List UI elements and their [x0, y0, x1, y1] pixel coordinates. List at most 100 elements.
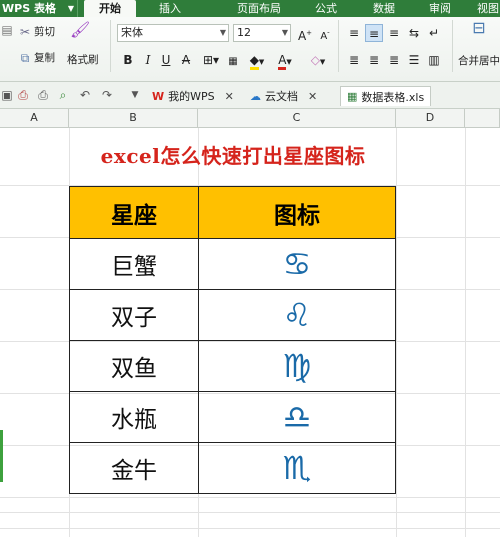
zodiac-name-cell[interactable]: 巨蟹: [69, 238, 199, 290]
merge-center-label: 合并居中: [458, 55, 500, 67]
app-menu-button[interactable]: WPS 表格 ▼: [0, 0, 78, 17]
save-icon[interactable]: ▣: [0, 88, 14, 102]
distribute-button[interactable]: ▥: [425, 51, 443, 69]
format-painter-button[interactable]: 🖌: [70, 20, 91, 39]
copy-label: 复制: [34, 52, 55, 64]
doc-tab-spreadsheet[interactable]: ▦ 数据表格.xls: [340, 86, 432, 106]
libra-icon[interactable]: ♎: [198, 391, 396, 443]
column-header-B[interactable]: B: [69, 109, 198, 128]
scorpio-icon[interactable]: ♏: [198, 442, 396, 494]
table-row: 水瓶 ♎: [69, 391, 396, 443]
merge-center-icon-wrap[interactable]: ⊟: [468, 18, 490, 37]
app-name: WPS 表格: [2, 2, 56, 15]
column-header-E[interactable]: [465, 109, 500, 128]
wrap-button[interactable]: ↵: [425, 24, 443, 42]
tab-data[interactable]: 数据: [366, 0, 402, 17]
align-middle-icon: ≡: [368, 27, 380, 41]
italic-button[interactable]: I: [139, 51, 157, 69]
zodiac-name-cell[interactable]: 双子: [69, 289, 199, 341]
font-shrink-icon: A-: [320, 29, 330, 43]
table-header-row: 星座 图标: [69, 186, 396, 239]
doc-tab-my-wps[interactable]: W 我的WPS ✕: [152, 86, 234, 106]
bold-button[interactable]: B: [119, 51, 137, 69]
align-top-button[interactable]: ≡: [345, 24, 363, 42]
tab-review[interactable]: 审阅: [422, 0, 458, 17]
zodiac-name-cell[interactable]: 金牛: [69, 442, 199, 494]
header-name[interactable]: 星座: [69, 186, 199, 239]
align-right-button[interactable]: ≣: [385, 51, 403, 69]
chevron-down-icon: ▼: [258, 58, 265, 66]
underline-button[interactable]: U: [157, 51, 175, 69]
paste-icon: ▤: [1, 23, 13, 37]
align-center-button[interactable]: ≣: [365, 51, 383, 69]
pdf-icon[interactable]: ⎙: [16, 88, 30, 102]
table-row: 金牛 ♏: [69, 442, 396, 494]
zodiac-table: 星座 图标 巨蟹 ♋ 双子 ♌ 双鱼 ♍ 水瓶 ♎ 金牛 ♏: [69, 186, 396, 494]
zodiac-name-cell[interactable]: 双鱼: [69, 340, 199, 392]
font-size-value: 12: [237, 26, 251, 39]
selected-row-indicator: [0, 430, 3, 482]
align-middle-button[interactable]: ≡: [365, 24, 383, 42]
decrease-font-button[interactable]: A-: [316, 24, 334, 42]
print-preview-icon[interactable]: ⌕: [56, 88, 70, 102]
undo-icon[interactable]: ↶: [78, 88, 92, 102]
strikethrough-button[interactable]: A: [177, 51, 195, 69]
merge-center-button[interactable]: 合并居中: [458, 53, 500, 68]
cancer-icon[interactable]: ♋: [198, 238, 396, 290]
font-size-select[interactable]: 12 ▼: [233, 24, 291, 42]
merge-center-icon: ⊟: [472, 18, 486, 37]
borders-button[interactable]: ⊞▾: [198, 51, 224, 69]
close-icon[interactable]: ✕: [308, 90, 317, 103]
virgo-icon[interactable]: ♍: [198, 340, 396, 392]
justify-button[interactable]: ☰: [405, 51, 423, 69]
distribute-icon: ▥: [428, 53, 440, 67]
cut-button[interactable]: ✂ 剪切: [18, 24, 55, 39]
chevron-down-icon: ▼: [281, 28, 288, 37]
close-icon[interactable]: ✕: [225, 90, 234, 103]
doc-tab-label: 我的WPS: [168, 90, 215, 103]
tab-page-layout[interactable]: 页面布局: [228, 0, 290, 17]
merge-cells-small-button[interactable]: ▦: [226, 51, 240, 69]
format-painter-icon: 🖌: [70, 20, 91, 39]
tab-insert[interactable]: 插入: [150, 0, 190, 17]
leo-icon[interactable]: ♌: [198, 289, 396, 341]
font-grow-icon: A+: [297, 29, 313, 43]
justify-icon: ☰: [408, 53, 420, 67]
align-center-icon: ≣: [368, 53, 380, 67]
clear-format-button[interactable]: ◇▼: [306, 51, 330, 69]
grid-icon: ▦: [228, 56, 238, 67]
table-row: 双鱼 ♍: [69, 340, 396, 392]
cut-label: 剪切: [34, 26, 55, 38]
font-color-button[interactable]: A▼: [272, 51, 298, 70]
table-row: 巨蟹 ♋: [69, 238, 396, 290]
paste-button[interactable]: ▤: [0, 23, 14, 37]
redo-icon[interactable]: ↷: [100, 88, 114, 102]
align-right-icon: ≣: [388, 53, 400, 67]
orientation-button[interactable]: ⇆: [405, 24, 423, 42]
font-name-value: 宋体: [121, 26, 143, 39]
fill-color-button[interactable]: ◆▼: [244, 51, 270, 70]
zodiac-name-cell[interactable]: 水瓶: [69, 391, 199, 443]
header-icon[interactable]: 图标: [198, 186, 396, 239]
copy-icon: ⧉: [20, 50, 30, 65]
print-icon[interactable]: ⎙: [36, 88, 50, 102]
column-header-D[interactable]: D: [396, 109, 465, 128]
cloud-doc-icon: ☁: [250, 89, 261, 103]
tab-home[interactable]: 开始: [84, 0, 136, 17]
column-header-A[interactable]: A: [0, 109, 69, 128]
tab-formulas[interactable]: 公式: [308, 0, 344, 17]
copy-button[interactable]: ⧉ 复制: [18, 50, 55, 65]
align-left-button[interactable]: ≣: [345, 51, 363, 69]
column-header-C[interactable]: C: [198, 109, 396, 128]
increase-font-button[interactable]: A+: [296, 24, 314, 43]
wps-logo-icon: W: [152, 89, 165, 103]
tab-view[interactable]: 视图: [470, 0, 500, 17]
align-bottom-button[interactable]: ≡: [385, 24, 403, 42]
quick-access-toolbar: ▣ ⎙ ⎙ ⌕ ↶ ↷ ▼ W 我的WPS ✕ ☁ 云文档 ✕ ▦ 数据表格.x…: [0, 82, 500, 109]
font-name-select[interactable]: 宋体 ▼: [117, 24, 229, 42]
customize-qat-icon[interactable]: ▼: [128, 88, 142, 102]
format-painter-label-wrap: 格式刷: [67, 52, 99, 67]
ribbon-tab-bar: WPS 表格 ▼ 开始 插入 页面布局 公式 数据 审阅 视图: [0, 0, 500, 17]
doc-tab-cloud[interactable]: ☁ 云文档 ✕: [250, 86, 317, 106]
sheet-title[interactable]: excel怎么快速打出星座图标: [70, 140, 396, 169]
